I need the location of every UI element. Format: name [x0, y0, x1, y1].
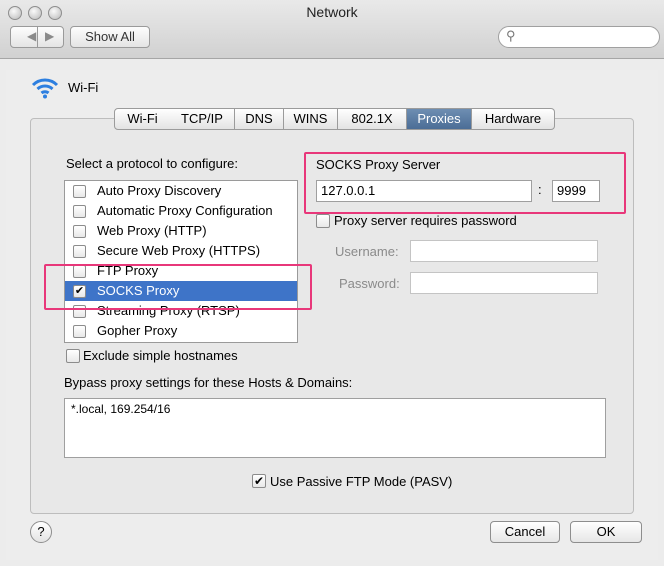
bypass-value: *.local, 169.254/16	[71, 402, 171, 416]
protocol-label: Web Proxy (HTTP)	[97, 223, 207, 238]
requires-password-checkbox[interactable]	[316, 214, 330, 228]
protocol-row-gopher[interactable]: Gopher Proxy	[65, 321, 297, 341]
protocol-row-auto-config[interactable]: Automatic Proxy Configuration	[65, 201, 297, 221]
password-label: Password:	[339, 276, 400, 291]
exclude-simple-checkbox[interactable]	[66, 349, 80, 363]
passive-ftp-checkbox[interactable]: ✔	[252, 474, 266, 488]
cancel-button[interactable]: Cancel	[490, 521, 560, 543]
passive-ftp-label: Use Passive FTP Mode (PASV)	[270, 474, 453, 489]
segment-divider	[37, 27, 38, 47]
exclude-simple-label: Exclude simple hostnames	[83, 348, 238, 363]
forward-icon[interactable]: ▶	[45, 29, 54, 43]
proxy-port-input[interactable]: 9999	[552, 180, 600, 202]
username-input[interactable]	[410, 240, 598, 262]
protocol-label: Automatic Proxy Configuration	[97, 203, 273, 218]
protocol-list[interactable]: Auto Proxy Discovery Automatic Proxy Con…	[64, 180, 298, 343]
back-forward-control[interactable]: ◀ ▶	[10, 26, 64, 48]
window-title: Network	[306, 4, 358, 20]
proxy-port-value: 9999	[557, 183, 586, 198]
tab-hardware[interactable]: Hardware	[472, 108, 555, 130]
proxy-host-input[interactable]: 127.0.0.1	[316, 180, 532, 202]
password-input[interactable]	[410, 272, 598, 294]
protocol-label: Gopher Proxy	[97, 323, 178, 338]
tab-tcpip[interactable]: TCP/IP	[170, 108, 235, 130]
tab-dns[interactable]: DNS	[235, 108, 284, 130]
bypass-label: Bypass proxy settings for these Hosts & …	[64, 375, 353, 390]
protocol-heading: Select a protocol to configure:	[66, 156, 238, 171]
wifi-icon	[31, 78, 59, 99]
protocol-label: Auto Proxy Discovery	[97, 183, 222, 198]
service-name: Wi-Fi	[68, 80, 99, 95]
tab-8021x[interactable]: 802.1X	[338, 108, 407, 130]
back-icon[interactable]: ◀	[27, 29, 36, 43]
show-all-button[interactable]: Show All	[70, 26, 150, 48]
search-icon: ⚲	[506, 28, 516, 43]
protocol-checkbox[interactable]	[73, 185, 86, 198]
tab-wifi[interactable]: Wi-Fi	[114, 108, 171, 130]
protocol-checkbox[interactable]	[73, 225, 86, 238]
username-label: Username:	[335, 244, 399, 259]
protocol-checkbox[interactable]	[73, 325, 86, 338]
tab-proxies[interactable]: Proxies	[407, 108, 472, 130]
bypass-textarea[interactable]: *.local, 169.254/16	[64, 398, 606, 458]
search-input[interactable]: ⚲	[498, 26, 660, 48]
protocol-row-http[interactable]: Web Proxy (HTTP)	[65, 221, 297, 241]
proxy-host-value: 127.0.0.1	[321, 183, 376, 198]
requires-password-label: Proxy server requires password	[334, 213, 517, 228]
protocol-row-https[interactable]: Secure Web Proxy (HTTPS)	[65, 241, 297, 261]
protocol-checkbox[interactable]	[73, 205, 86, 218]
protocol-row-auto-discovery[interactable]: Auto Proxy Discovery	[65, 181, 297, 201]
protocol-checkbox[interactable]	[73, 245, 86, 258]
help-button[interactable]: ?	[30, 521, 52, 543]
ok-button[interactable]: OK	[570, 521, 642, 543]
title-bar: Network ◀ ▶ Show All ⚲	[0, 0, 664, 59]
port-separator: :	[538, 182, 542, 197]
tab-wins[interactable]: WINS	[284, 108, 338, 130]
protocol-label: Secure Web Proxy (HTTPS)	[97, 243, 261, 258]
socks-highlight-box	[44, 264, 312, 310]
server-heading: SOCKS Proxy Server	[316, 157, 441, 172]
